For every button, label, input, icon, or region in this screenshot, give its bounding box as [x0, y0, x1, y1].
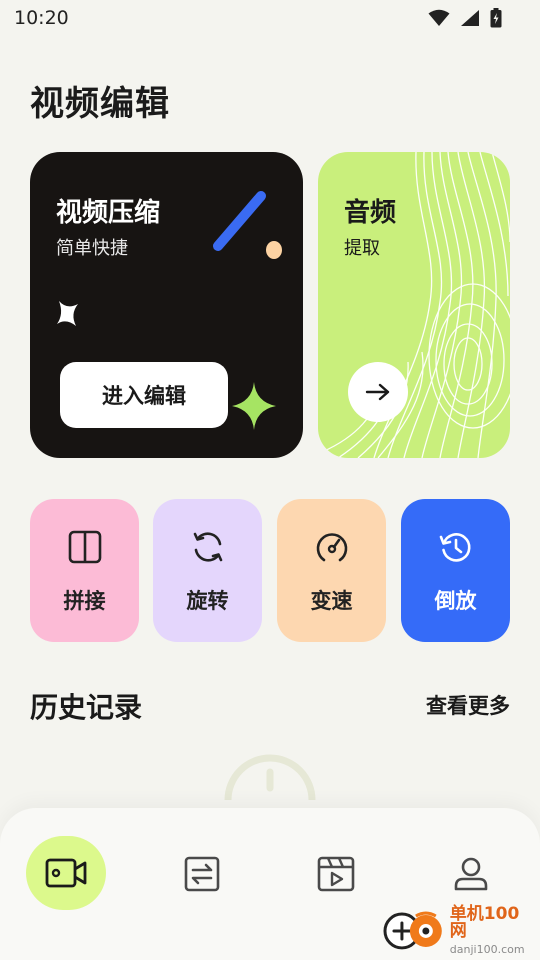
arrow-right-icon	[365, 383, 390, 401]
user-icon	[454, 857, 488, 891]
nav-profile[interactable]	[431, 836, 511, 912]
slash-decoration-icon	[213, 191, 282, 259]
sparkle-white-icon	[57, 301, 78, 326]
tool-splice-label: 拼接	[63, 589, 106, 613]
watermark: 单机100网 danji100.com	[382, 904, 536, 956]
rotate-icon	[193, 532, 222, 562]
status-bar: 10:20	[0, 0, 540, 36]
enter-edit-button[interactable]: 进入编辑	[60, 362, 228, 428]
film-play-icon	[317, 856, 355, 892]
page-title: 视频编辑	[30, 84, 170, 124]
watermark-logo-icon	[383, 911, 442, 950]
video-camera-icon	[45, 858, 87, 888]
watermark-url: danji100.com	[449, 942, 525, 956]
sparkle-green-icon	[232, 382, 276, 430]
nav-video-edit[interactable]	[26, 836, 106, 910]
signal-icon	[461, 10, 479, 26]
history-icon	[439, 533, 471, 562]
status-time: 10:20	[14, 7, 69, 29]
tool-reverse-button[interactable]: 倒放	[401, 499, 510, 642]
empty-state-icon	[224, 754, 316, 801]
audio-arrow-button[interactable]	[348, 362, 408, 422]
split-panel-icon	[68, 530, 101, 564]
tool-speed-button[interactable]: 变速	[277, 499, 386, 642]
video-compress-card[interactable]: 视频压缩 简单快捷 进入编辑	[30, 152, 303, 458]
audio-card-subtitle: 提取	[344, 238, 380, 259]
audio-extract-card[interactable]: 音频 提取	[318, 152, 510, 458]
nav-convert[interactable]	[162, 836, 242, 912]
nav-works[interactable]	[296, 836, 376, 912]
tool-reverse-label: 倒放	[434, 589, 477, 613]
tool-rotate-button[interactable]: 旋转	[153, 499, 262, 642]
tool-speed-label: 变速	[310, 589, 353, 613]
view-more-link[interactable]: 查看更多	[426, 690, 510, 720]
history-title: 历史记录	[30, 691, 143, 724]
battery-charging-icon	[490, 8, 502, 28]
compress-card-title: 视频压缩	[56, 198, 161, 228]
audio-card-title: 音频	[344, 198, 397, 228]
watermark-name: 单机100网	[449, 903, 520, 941]
compress-card-subtitle: 简单快捷	[56, 238, 128, 259]
tool-rotate-label: 旋转	[186, 589, 229, 613]
wifi-icon	[428, 9, 450, 26]
speedometer-icon	[316, 533, 347, 562]
status-icons	[428, 8, 502, 28]
convert-icon	[184, 856, 220, 892]
tool-splice-button[interactable]: 拼接	[30, 499, 139, 642]
